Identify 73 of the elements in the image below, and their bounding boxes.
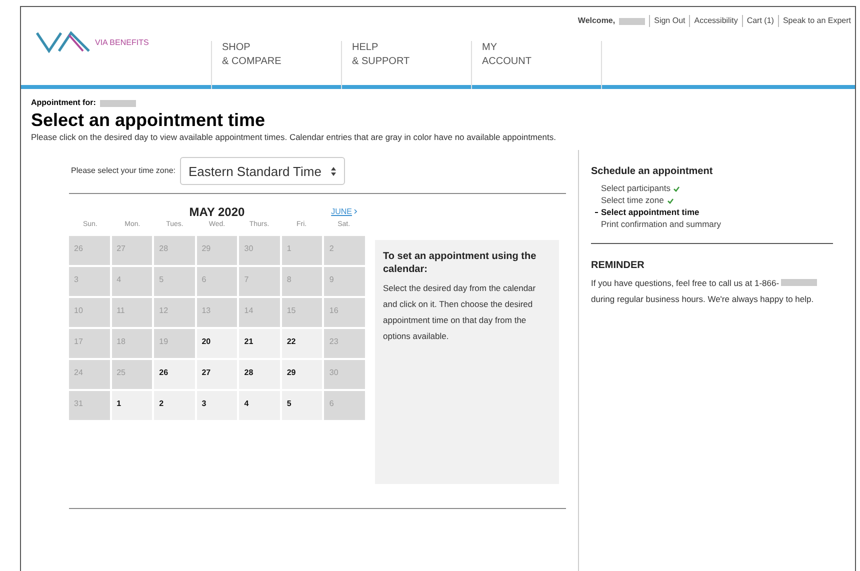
calendar-day: 29: [196, 236, 238, 265]
help-text: Select the desired day from the calendar and click on it. Then choose the desired appointment time on that day from the options available.: [383, 282, 537, 343]
help-title: To set an appointment using the calendar:: [383, 250, 538, 276]
calendar-day: 11: [112, 298, 152, 327]
reminder-text: If you have questions, feel free to call us at 1-866-: [591, 278, 780, 288]
calendar-day[interactable]: 5: [282, 390, 322, 420]
reminder-text: during regular business hours. We're always happy to help.: [591, 294, 814, 304]
calendar-day: 10: [69, 298, 110, 327]
nav-tab[interactable]: MY ACCOUNT: [471, 41, 601, 89]
redacted-name-block: [619, 18, 646, 24]
header-link[interactable]: Cart (1): [742, 15, 774, 27]
calendar-day: 27: [112, 236, 152, 265]
calendar-day: 26: [69, 236, 110, 265]
calendar-day: 6: [324, 390, 365, 420]
calendar-day: 30: [239, 236, 280, 265]
calendar-day: 15: [282, 298, 322, 327]
header-link[interactable]: Accessibility: [689, 15, 738, 27]
nav-tab[interactable]: SHOP & COMPARE: [211, 41, 341, 89]
calendar-day[interactable]: 20: [196, 328, 238, 358]
calendar-day: 9: [324, 266, 365, 296]
step-label: Select appointment time: [601, 206, 700, 220]
calendar-day: 13: [196, 298, 238, 327]
calendar-day: 30: [324, 360, 365, 389]
appointment-for-label: Appointment for:: [31, 97, 96, 109]
calendar-day: 12: [154, 298, 195, 327]
page-title: Select an appointment time: [31, 109, 266, 131]
calendar-day: 8: [282, 266, 322, 296]
chevron-right-icon: [354, 209, 357, 214]
calendar-day: 6: [196, 266, 238, 296]
welcome-text: Welcome,: [578, 15, 616, 27]
calendar-day[interactable]: 22: [282, 328, 322, 358]
header-link[interactable]: Sign Out: [649, 15, 686, 27]
calendar-day[interactable]: 2: [154, 390, 195, 420]
calendar-day: 3: [69, 266, 110, 296]
step-label: Select participants: [601, 182, 670, 196]
calendar-day[interactable]: 1: [112, 390, 152, 420]
calendar-day: 17: [69, 328, 110, 358]
calendar-day[interactable]: 21: [239, 328, 280, 358]
redacted-phone-block: [781, 278, 818, 286]
month-title: MAY 2020: [189, 204, 245, 220]
calendar-day[interactable]: 3: [196, 390, 238, 420]
calendar-day: 5: [154, 266, 195, 296]
calendar-day: 31: [69, 390, 110, 420]
time-zone-select[interactable]: Eastern Standard Time: [180, 157, 346, 186]
calendar-day: 18: [112, 328, 152, 358]
calendar-day: 2: [324, 236, 365, 265]
logo-icon: [35, 31, 91, 53]
calendar-day: 23: [324, 328, 365, 358]
calendar-day: 24: [69, 360, 110, 389]
calendar-day: 14: [239, 298, 280, 327]
calendar-day: 7: [239, 266, 280, 296]
redacted-name-block: [100, 100, 136, 106]
calendar-day[interactable]: 28: [239, 360, 280, 389]
steps-title: Schedule an appointment: [591, 164, 714, 179]
calendar-day[interactable]: 4: [239, 390, 280, 420]
time-zone-label: Please select your time zone:: [71, 165, 176, 178]
select-arrows-icon: [331, 166, 336, 176]
reminder-title: REMINDER: [591, 258, 646, 273]
logo-text: VIA BENEFITS: [95, 37, 149, 49]
calendar-day[interactable]: 27: [196, 360, 238, 389]
step-label: Select time zone: [601, 194, 664, 208]
header-link[interactable]: Speak to an Expert: [778, 15, 851, 27]
calendar-day: 25: [112, 360, 152, 389]
calendar-day: 4: [112, 266, 152, 296]
step-label: Print confirmation and summary: [601, 218, 721, 232]
calendar-day: 1: [282, 236, 322, 265]
nav-tab[interactable]: HELP & SUPPORT: [341, 41, 471, 89]
instructions-text: Please click on the desired day to view available appointment times. Calendar entries that are gray in color have no available appointments.: [31, 131, 557, 144]
calendar-day: 19: [154, 328, 195, 358]
calendar-day: 16: [324, 298, 365, 327]
calendar-day[interactable]: 29: [282, 360, 322, 389]
calendar-day: 28: [154, 236, 195, 265]
calendar-day[interactable]: 26: [154, 360, 195, 389]
